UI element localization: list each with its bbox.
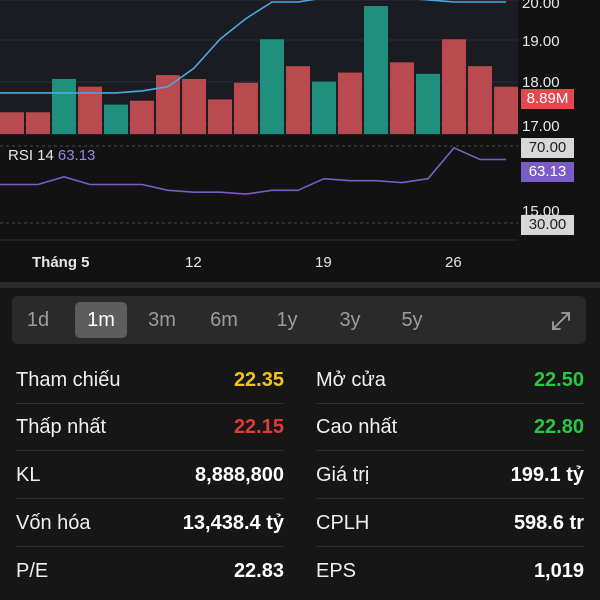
stat-value: 199.1 tỷ (510, 464, 584, 486)
row-divider (16, 498, 284, 499)
volume-bar (130, 100, 154, 134)
row-divider (316, 450, 584, 451)
rsi-lower-tag: 30.00 (521, 215, 574, 235)
stat-value: 22.80 (533, 416, 584, 438)
stat-label: Mở cửa (316, 369, 386, 391)
price-axis-label: 19.00 (522, 33, 560, 50)
stat-label: Tham chiếu (16, 369, 121, 391)
price-axis-label: 17.00 (522, 118, 560, 135)
volume-bar (468, 66, 492, 134)
stat-label: Giá trị (316, 464, 370, 486)
timeframe-1d-button[interactable]: 1d (12, 302, 64, 338)
volume-bar (182, 78, 206, 134)
volume-bar (104, 104, 128, 134)
volume-bar (442, 39, 466, 134)
stat-label: Vốn hóa (16, 512, 91, 534)
volume-bar (156, 75, 180, 134)
stat-row: Vốn hóa 13,438.4 tỷ (16, 500, 284, 546)
rsi-upper-tag: 70.00 (521, 138, 574, 158)
volume-bar (234, 82, 258, 134)
volume-bar (364, 6, 388, 134)
stat-value: 22.35 (233, 369, 284, 391)
stat-value: 1,019 (533, 560, 584, 582)
stat-row: CPLH 598.6 tr (316, 500, 584, 546)
expand-icon[interactable] (550, 310, 572, 332)
timeframe-5y-button[interactable]: 5y (386, 302, 438, 338)
rsi-legend-label: RSI 14 (8, 147, 54, 164)
volume-bar (286, 66, 310, 134)
stat-value: 22.50 (533, 369, 584, 391)
rsi-value-tag: 63.13 (521, 162, 574, 182)
timeframe-1y-button[interactable]: 1y (261, 302, 313, 338)
stat-label: EPS (316, 560, 357, 582)
price-panel-bg (0, 0, 518, 135)
x-axis-label-month: Tháng 5 (32, 254, 90, 271)
volume-bar (260, 39, 284, 134)
volume-bar (26, 112, 50, 134)
rsi-legend: RSI 14 63.13 (8, 147, 95, 164)
stat-row: Thấp nhất 22.15 (16, 404, 284, 450)
timeframe-selector: 1d 1m 3m 6m 1y 3y 5y (12, 296, 586, 344)
stat-value: 8,888,800 (195, 464, 284, 486)
x-axis-label: 12 (185, 254, 202, 271)
stats-panel: 1d 1m 3m 6m 1y 3y 5y Tham chiếu 22.35 Thấp… (0, 288, 600, 600)
stat-label: Thấp nhất (16, 416, 107, 438)
stat-value: 22.15 (233, 416, 284, 438)
stat-label: KL (16, 464, 41, 486)
stat-row: KL 8,888,800 (16, 452, 284, 498)
volume-bar (52, 78, 76, 134)
row-divider (16, 450, 284, 451)
rsi-legend-value: 63.13 (57, 147, 96, 164)
stat-label: Cao nhất (316, 416, 398, 438)
volume-bar (338, 72, 362, 134)
stat-row: Cao nhất 22.80 (316, 404, 584, 450)
volume-bar (416, 73, 440, 134)
volume-bar (494, 86, 518, 134)
timeframe-3y-button[interactable]: 3y (324, 302, 376, 338)
row-divider (16, 546, 284, 547)
x-axis-label: 26 (445, 254, 462, 271)
volume-tag: 8.89M (521, 89, 574, 109)
volume-bar (78, 86, 102, 134)
stat-value: 598.6 tr (513, 512, 584, 534)
x-axis-label: 19 (315, 254, 332, 271)
stat-row: EPS 1,019 (316, 548, 584, 594)
stat-label: P/E (16, 560, 49, 582)
row-divider (316, 498, 584, 499)
timeframe-3m-button[interactable]: 3m (136, 302, 188, 338)
timeframe-6m-button[interactable]: 6m (198, 302, 250, 338)
stat-row: Tham chiếu 22.35 (16, 357, 284, 403)
row-divider (316, 546, 584, 547)
stat-row: P/E 22.83 (16, 548, 284, 594)
volume-bar (208, 99, 232, 134)
stat-row: Mở cửa 22.50 (316, 357, 584, 403)
volume-bar (312, 81, 336, 134)
stat-row: Giá trị 199.1 tỷ (316, 452, 584, 498)
volume-bar (0, 112, 24, 134)
stat-label: CPLH (316, 512, 370, 534)
chart-canvas[interactable] (0, 0, 600, 282)
volume-bar (390, 62, 414, 134)
stat-value: 13,438.4 tỷ (182, 512, 284, 534)
timeframe-1m-button[interactable]: 1m (75, 302, 127, 338)
price-axis-label: 20.00 (522, 0, 560, 12)
stat-value: 22.83 (233, 560, 284, 582)
price-chart[interactable]: 20.00 19.00 18.00 17.00 15.00 8.89M 70.0… (0, 0, 600, 282)
